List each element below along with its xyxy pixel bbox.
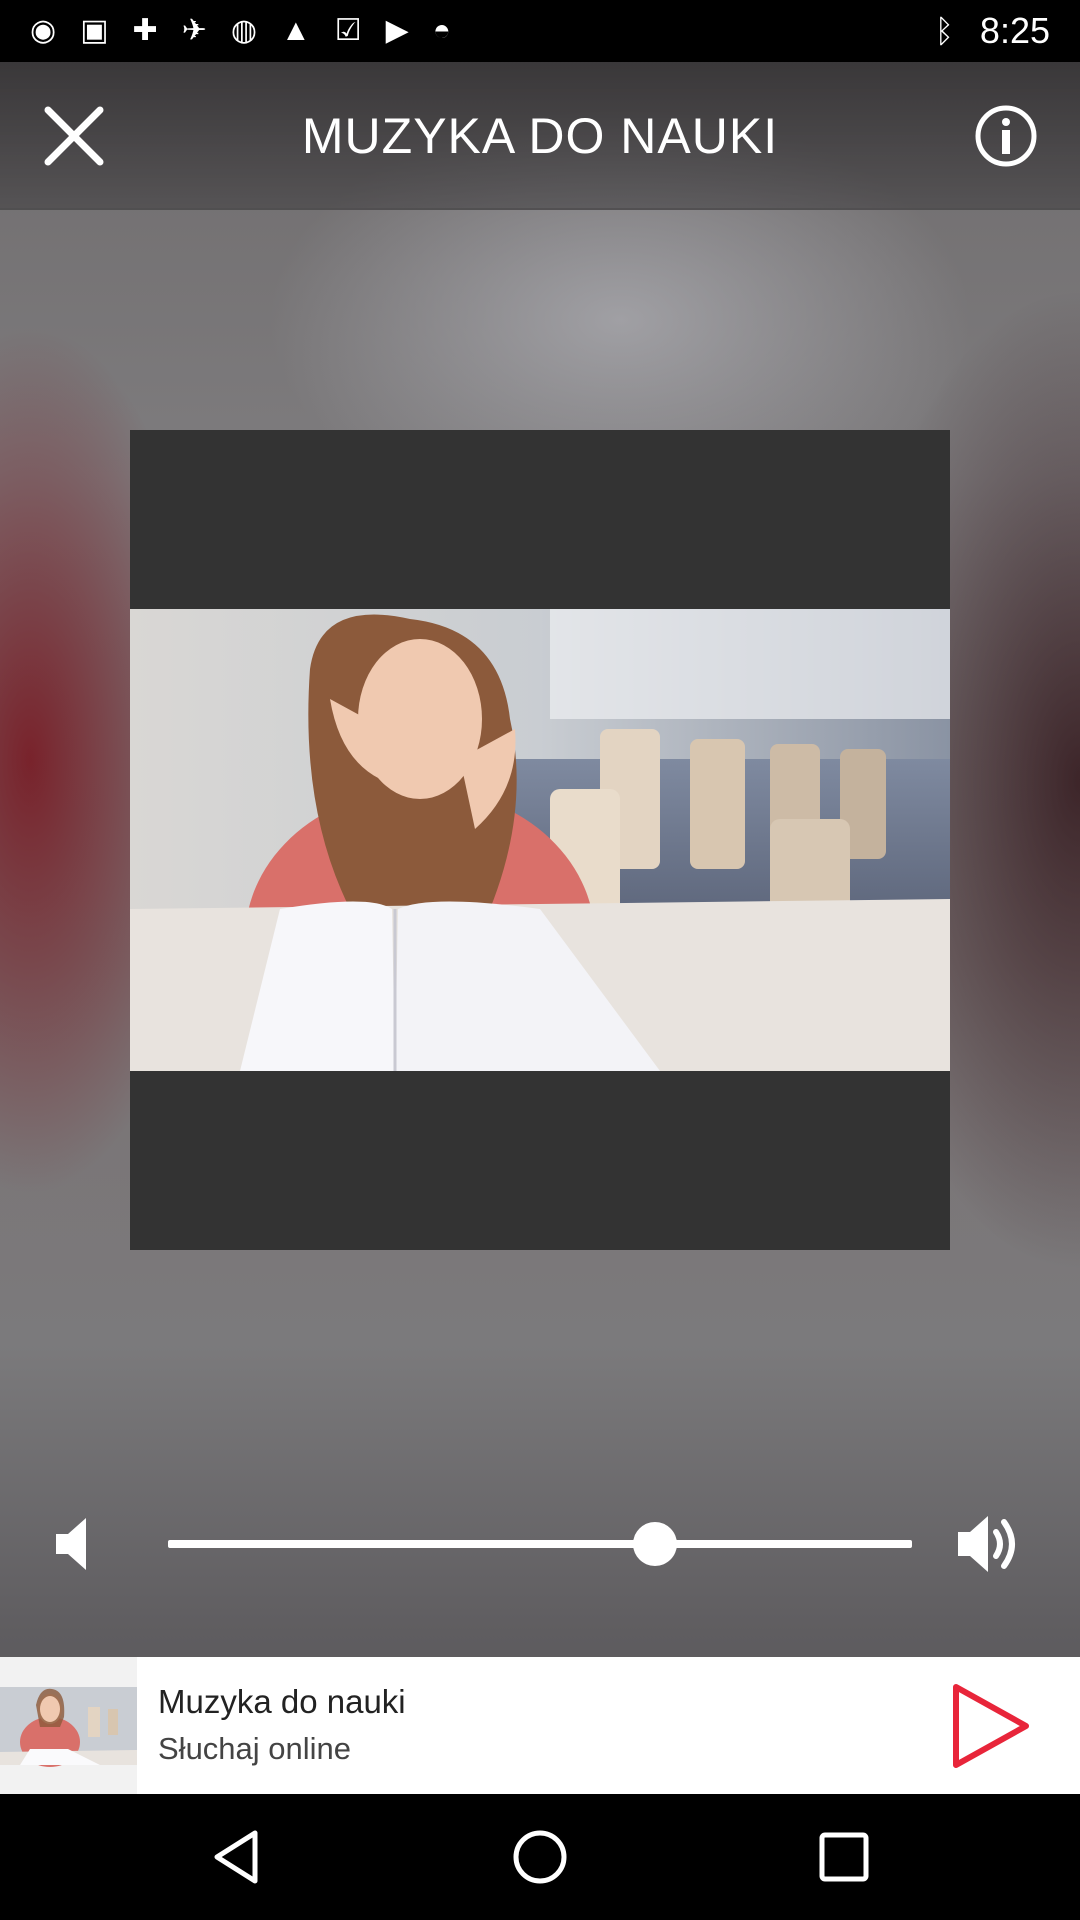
volume-track bbox=[168, 1540, 912, 1548]
sync-icon: ◍ bbox=[230, 14, 258, 47]
fake-gps-icon: ✚ bbox=[132, 14, 158, 47]
clock: 8:25 bbox=[979, 10, 1050, 51]
nav-home-button[interactable] bbox=[510, 1827, 570, 1887]
volume-high-icon bbox=[958, 1516, 1015, 1572]
track-subtitle: Słuchaj online bbox=[158, 1731, 352, 1766]
nav-recents-button[interactable] bbox=[814, 1827, 874, 1887]
home-icon bbox=[513, 1830, 567, 1884]
status-bar: ◉ ▣ ✚ ✈ ◍ ▲ ☑ ▶ ◓ ᛒ 8:25 bbox=[0, 0, 1080, 62]
play-store-icon: ▶ bbox=[385, 14, 409, 47]
back-icon bbox=[214, 1830, 258, 1884]
top-bar: MUZYKA DO NAUKI bbox=[0, 62, 1080, 210]
now-playing-bar[interactable]: Muzyka do nauki Słuchaj online bbox=[0, 1657, 1080, 1794]
system-nav-bar bbox=[0, 1794, 1080, 1920]
go-icon: ▣ bbox=[80, 14, 109, 47]
close-icon bbox=[44, 106, 104, 166]
satellite-icon: ✈ bbox=[181, 14, 207, 47]
volume-thumb[interactable] bbox=[633, 1522, 678, 1566]
lock-icon: ▲ bbox=[281, 14, 311, 47]
track-title: Muzyka do nauki bbox=[158, 1683, 406, 1720]
track-thumbnail bbox=[0, 1657, 137, 1794]
volume-low-icon bbox=[56, 1518, 86, 1570]
play-button[interactable] bbox=[948, 1681, 1034, 1771]
volume-up-button[interactable] bbox=[956, 1510, 1026, 1578]
nav-back-button[interactable] bbox=[207, 1827, 267, 1887]
album-artwork bbox=[130, 430, 950, 1250]
status-right: ᛒ 8:25 bbox=[935, 10, 1050, 52]
recents-icon bbox=[819, 1832, 869, 1882]
task-icon: ☑ bbox=[334, 14, 362, 47]
info-button[interactable] bbox=[972, 102, 1040, 170]
play-icon bbox=[953, 1684, 1029, 1768]
info-icon bbox=[975, 105, 1037, 167]
close-button[interactable] bbox=[38, 100, 110, 172]
android-icon: ◓ bbox=[432, 14, 451, 47]
page-title: MUZYKA DO NAUKI bbox=[301, 108, 779, 164]
volume-slider[interactable] bbox=[168, 1520, 912, 1568]
record-icon: ◉ bbox=[30, 14, 57, 47]
bluetooth-icon: ᛒ bbox=[934, 12, 954, 49]
status-left-icons: ◉ ▣ ✚ ✈ ◍ ▲ ☑ ▶ ◓ bbox=[30, 16, 451, 46]
volume-down-button[interactable] bbox=[52, 1514, 108, 1574]
artwork-photo bbox=[130, 609, 950, 1071]
